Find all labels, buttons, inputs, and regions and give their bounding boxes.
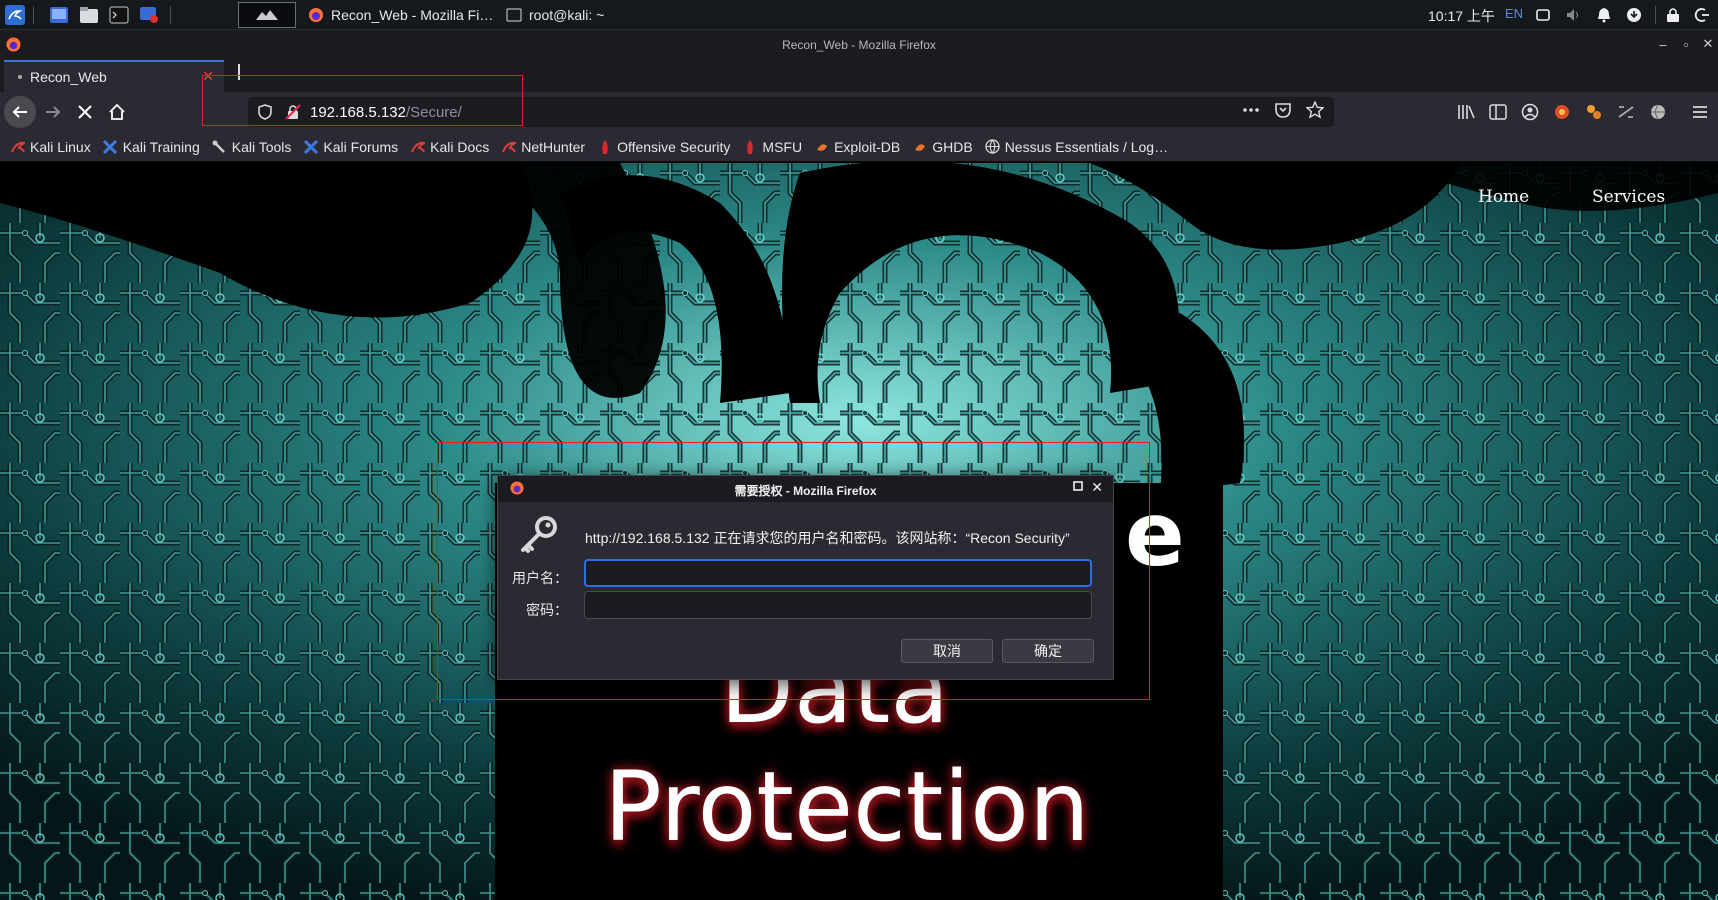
kali-dragon-icon: [10, 139, 25, 154]
screen-recorder-icon[interactable]: [137, 3, 161, 27]
exploit-db-icon: [814, 139, 829, 154]
window-close-button[interactable]: ✕: [1700, 36, 1716, 52]
network-icon[interactable]: [1624, 5, 1644, 25]
kali-menu-icon[interactable]: [3, 3, 27, 27]
new-tab-button[interactable]: [238, 64, 240, 85]
taskbar-workspace-thumbnail[interactable]: [238, 2, 296, 28]
tab-recon-web[interactable]: Recon_Web ✕: [4, 60, 224, 92]
address-bar[interactable]: 192.168.5.132/Secure/: [248, 97, 1334, 127]
terminal-icon[interactable]: [107, 3, 131, 27]
terminal-icon: [506, 8, 522, 22]
clock[interactable]: 10:17 上午: [1428, 6, 1495, 26]
taskbar-item-terminal[interactable]: root@kali: ~: [500, 2, 610, 28]
kali-training-icon: [103, 139, 118, 154]
minimize-button[interactable]: –: [1655, 36, 1671, 52]
bookmark-kali-training[interactable]: Kali Training: [103, 139, 200, 155]
keyboard-layout-indicator[interactable]: EN: [1505, 6, 1523, 21]
dialog-maximize-icon[interactable]: [1073, 480, 1083, 494]
bookmark-offensive-security[interactable]: Offensive Security: [597, 139, 730, 155]
lock-screen-icon[interactable]: [1663, 5, 1683, 25]
password-label: 密码：: [526, 602, 568, 618]
hero-partial-text: e: [1125, 483, 1185, 586]
file-manager-icon[interactable]: [77, 3, 101, 27]
taskbar-item-label: Recon_Web - Mozilla Fi…: [331, 7, 494, 23]
auth-dialog-title: 需要授权 - Mozilla Firefox: [734, 484, 877, 498]
ghdb-icon: [912, 139, 927, 154]
system-panel: Recon_Web - Mozilla Fi… root@kali: ~ 10:…: [0, 0, 1718, 30]
tab-close-icon[interactable]: ✕: [202, 68, 214, 85]
bookmark-msfu[interactable]: MSFU: [742, 139, 802, 155]
auth-dialog-titlebar[interactable]: 需要授权 - Mozilla Firefox ✕: [498, 476, 1113, 502]
logout-icon[interactable]: [1692, 5, 1712, 25]
library-icon[interactable]: [1456, 102, 1476, 122]
kali-forums-icon: [303, 139, 318, 154]
hamburger-menu-icon[interactable]: [1690, 102, 1710, 122]
volume-icon[interactable]: [1564, 5, 1584, 25]
navigation-toolbar: 192.168.5.132/Secure/: [0, 92, 1718, 132]
dialog-close-icon[interactable]: ✕: [1091, 479, 1103, 496]
taskbar-item-firefox[interactable]: Recon_Web - Mozilla Fi…: [302, 2, 499, 28]
back-button[interactable]: [4, 96, 36, 128]
bookmark-ghdb[interactable]: GHDB: [912, 139, 973, 155]
close-x-icon: [78, 105, 92, 119]
extension-red-icon[interactable]: [1552, 102, 1572, 122]
hero-title-line2: Protection: [604, 751, 1090, 863]
firefox-icon: [309, 8, 323, 22]
window-titlebar[interactable]: Recon_Web - Mozilla Firefox – ▫ ✕: [0, 30, 1718, 60]
username-label: 用户名：: [512, 570, 568, 586]
tracking-protection-shield-icon[interactable]: [254, 101, 276, 123]
cancel-button[interactable]: 取消: [901, 639, 993, 663]
extension-switch-icon[interactable]: [1616, 102, 1636, 122]
tab-strip: Recon_Web ✕: [0, 60, 1718, 92]
globe-icon: [985, 139, 1000, 154]
extension-orange-icon[interactable]: [1584, 102, 1604, 122]
window-title: Recon_Web - Mozilla Firefox: [782, 38, 936, 52]
tab-label: Recon_Web: [30, 69, 107, 85]
url-host: 192.168.5.132: [310, 103, 406, 121]
bookmark-kali-linux[interactable]: Kali Linux: [10, 139, 91, 155]
url-text[interactable]: 192.168.5.132/Secure/: [310, 104, 462, 121]
bookmark-star-icon[interactable]: [1305, 100, 1325, 124]
display-icon[interactable]: [1533, 5, 1553, 25]
show-desktop-icon[interactable]: [47, 3, 71, 27]
nethunter-icon: [501, 139, 516, 154]
notification-bell-icon[interactable]: [1594, 5, 1614, 25]
stop-loading-button[interactable]: [70, 98, 100, 126]
bookmark-kali-forums[interactable]: Kali Forums: [303, 139, 398, 155]
arrow-left-icon: [12, 106, 27, 118]
pocket-icon[interactable]: [1274, 101, 1292, 124]
auth-dialog-message: http://192.168.5.132 正在请求您的用户名和密码。该网站称：“…: [585, 530, 1070, 546]
account-icon[interactable]: [1520, 102, 1540, 122]
ok-button[interactable]: 确定: [1002, 639, 1094, 663]
username-input[interactable]: [584, 559, 1092, 587]
maximize-button[interactable]: ▫: [1678, 36, 1694, 52]
loading-indicator-icon: [18, 75, 22, 79]
forward-button[interactable]: [38, 98, 68, 126]
kali-docs-icon: [410, 139, 425, 154]
insecure-connection-lock-icon[interactable]: [282, 101, 304, 123]
url-path: /Secure/: [405, 103, 462, 121]
offsec-icon: [597, 139, 612, 154]
key-icon: [518, 514, 560, 561]
taskbar-item-label: root@kali: ~: [529, 7, 605, 23]
page-actions-icon[interactable]: [1242, 101, 1260, 124]
sidebar-icon[interactable]: [1488, 102, 1508, 122]
msfu-icon: [742, 139, 757, 154]
home-button[interactable]: [102, 98, 132, 126]
auth-dialog: 需要授权 - Mozilla Firefox ✕ http://192.168.…: [497, 475, 1114, 680]
bookmark-nethunter[interactable]: NetHunter: [501, 139, 585, 155]
extension-globe-icon[interactable]: [1648, 102, 1668, 122]
arrow-right-icon: [46, 106, 61, 118]
password-input[interactable]: [584, 591, 1092, 619]
bookmarks-toolbar: Kali Linux Kali Training Kali Tools Kali…: [0, 132, 1718, 162]
home-icon: [109, 103, 125, 120]
kali-tools-icon: [212, 139, 227, 154]
site-nav-home[interactable]: Home: [1478, 187, 1529, 207]
bookmark-kali-docs[interactable]: Kali Docs: [410, 139, 489, 155]
bookmark-kali-tools[interactable]: Kali Tools: [212, 139, 291, 155]
bookmark-exploit-db[interactable]: Exploit-DB: [814, 139, 900, 155]
bookmark-nessus[interactable]: Nessus Essentials / Log…: [985, 139, 1168, 155]
site-nav-services[interactable]: Services: [1592, 187, 1665, 207]
